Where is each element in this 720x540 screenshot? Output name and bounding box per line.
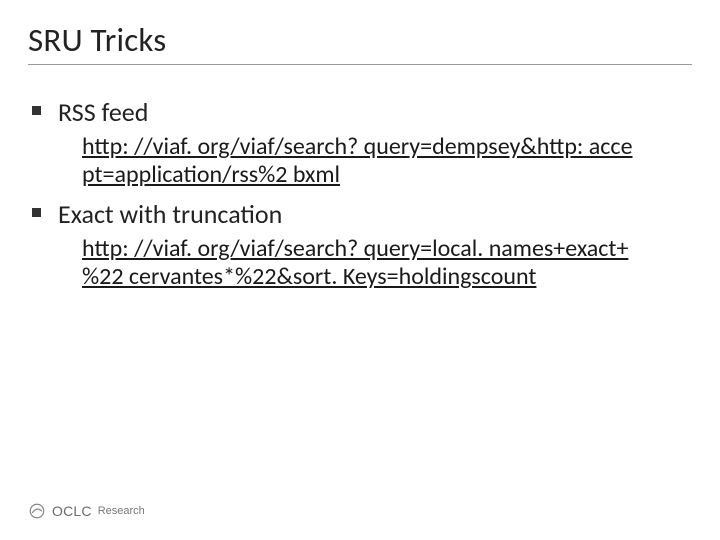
footer-logo: OCLC Research [28,502,145,520]
item-link-wrap: http: //viaf. org/viaf/search? query=dem… [82,133,672,190]
item-label: Exact with truncation [58,198,282,230]
title-underline [28,64,692,65]
title-area: SRU Tricks [0,0,720,73]
exact-truncation-link[interactable]: http: //viaf. org/viaf/search? query=loc… [82,234,628,291]
slide-body: RSS feed http: //viaf. org/viaf/search? … [0,73,720,292]
rss-feed-link[interactable]: http: //viaf. org/viaf/search? query=dem… [82,132,633,189]
square-bullet-icon [32,106,41,115]
bullet-list: RSS feed http: //viaf. org/viaf/search? … [30,97,690,292]
item-label: RSS feed [58,96,148,128]
oclc-swirl-icon [28,502,46,520]
square-bullet-icon [32,208,41,217]
footer-brand: OCLC [52,503,92,519]
item-link-wrap: http: //viaf. org/viaf/search? query=loc… [82,235,672,292]
footer-research: Research [98,505,145,517]
slide: SRU Tricks RSS feed http: //viaf. org/vi… [0,0,720,540]
slide-title: SRU Tricks [28,20,692,60]
list-item: Exact with truncation http: //viaf. org/… [30,199,690,291]
list-item: RSS feed http: //viaf. org/viaf/search? … [30,97,690,189]
